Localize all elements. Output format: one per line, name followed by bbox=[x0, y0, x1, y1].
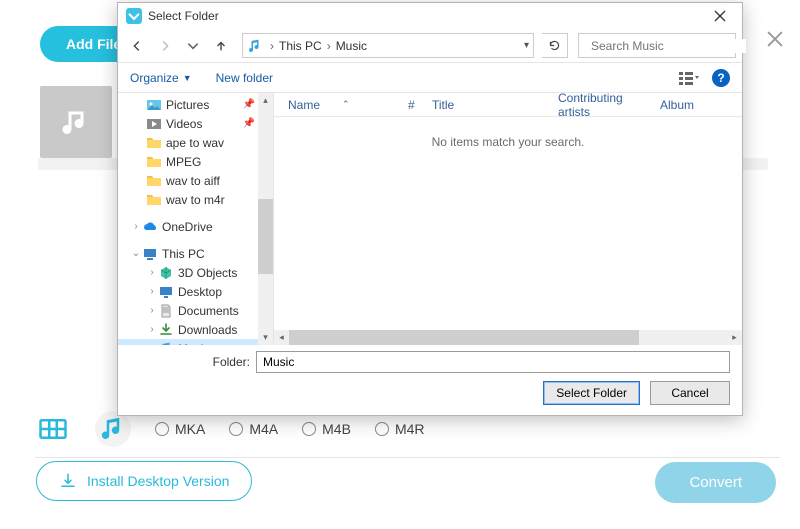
tree-item-downloads[interactable]: › Downloads bbox=[118, 320, 273, 339]
music-icon bbox=[158, 341, 174, 346]
chevron-right-icon[interactable]: › bbox=[146, 305, 158, 316]
empty-list-message: No items match your search. bbox=[274, 117, 742, 330]
new-folder-button[interactable]: New folder bbox=[216, 71, 273, 85]
tree-scrollbar[interactable]: ▴ ▾ bbox=[258, 93, 273, 345]
format-option-m4r[interactable]: M4R bbox=[375, 421, 425, 437]
pictures-icon bbox=[146, 97, 162, 113]
dialog-title: Select Folder bbox=[148, 9, 219, 23]
tree-item-music[interactable]: › Music bbox=[118, 339, 273, 345]
list-h-scrollbar[interactable]: ◂▸ bbox=[274, 330, 742, 345]
help-button[interactable]: ? bbox=[712, 69, 730, 87]
tree-item-desktop[interactable]: › Desktop bbox=[118, 282, 273, 301]
cancel-button[interactable]: Cancel bbox=[650, 381, 730, 405]
chevron-right-icon[interactable]: › bbox=[146, 343, 158, 345]
address-dropdown-icon[interactable]: ▾ bbox=[524, 40, 529, 51]
sort-indicator-icon: ⌃ bbox=[342, 99, 350, 110]
col-title[interactable]: Title bbox=[424, 98, 550, 112]
nav-back-button[interactable] bbox=[124, 33, 150, 59]
format-option-m4a[interactable]: M4A bbox=[229, 421, 278, 437]
col-name[interactable]: Name ⌃ bbox=[280, 98, 400, 112]
app-close-icon[interactable] bbox=[764, 28, 788, 52]
folder-icon bbox=[146, 135, 162, 151]
folder-icon bbox=[146, 173, 162, 189]
install-desktop-button[interactable]: Install Desktop Version bbox=[36, 461, 252, 501]
dialog-close-button[interactable] bbox=[702, 4, 738, 28]
format-option-mka[interactable]: MKA bbox=[155, 421, 205, 437]
tree-item-thispc[interactable]: ⌄ This PC bbox=[118, 244, 273, 263]
search-box[interactable] bbox=[578, 33, 736, 58]
dialog-nav: › This PC › Music ▾ bbox=[118, 29, 742, 63]
select-folder-dialog: Select Folder › This PC › Music ▾ Organi… bbox=[117, 2, 743, 416]
folder-tree[interactable]: Pictures📌 Videos📌 ape to wav MPEG wav to… bbox=[118, 93, 274, 345]
folder-label: Folder: bbox=[130, 355, 250, 369]
tree-item-3dobjects[interactable]: › 3D Objects bbox=[118, 263, 273, 282]
download-icon bbox=[59, 472, 77, 490]
folder-icon bbox=[146, 154, 162, 170]
tree-item-documents[interactable]: › Documents bbox=[118, 301, 273, 320]
refresh-button[interactable] bbox=[542, 33, 568, 58]
music-icon bbox=[247, 38, 263, 54]
chevron-right-icon[interactable]: › bbox=[130, 221, 142, 232]
pin-icon: 📌 bbox=[243, 118, 255, 129]
3dobjects-icon bbox=[158, 265, 174, 281]
col-number[interactable]: # bbox=[400, 98, 424, 112]
nav-forward-button[interactable] bbox=[152, 33, 178, 59]
format-option-m4b[interactable]: M4B bbox=[302, 421, 351, 437]
video-format-icon[interactable] bbox=[35, 411, 71, 447]
search-input[interactable] bbox=[591, 39, 746, 53]
chevron-right-icon[interactable]: › bbox=[146, 267, 158, 278]
videos-icon bbox=[146, 116, 162, 132]
column-headers[interactable]: Name ⌃ # Title Contributing artists Albu… bbox=[274, 93, 742, 117]
music-note-icon bbox=[58, 104, 94, 140]
folder-icon bbox=[146, 192, 162, 208]
thispc-icon bbox=[142, 246, 158, 262]
select-folder-button[interactable]: Select Folder bbox=[543, 381, 640, 405]
tree-item-folder[interactable]: wav to aiff bbox=[118, 171, 273, 190]
file-list-pane: Name ⌃ # Title Contributing artists Albu… bbox=[274, 93, 742, 345]
downloads-icon bbox=[158, 322, 174, 338]
tree-item-folder[interactable]: wav to m4r bbox=[118, 190, 273, 209]
chevron-down-icon[interactable]: ⌄ bbox=[130, 248, 142, 259]
chevron-right-icon[interactable]: › bbox=[146, 324, 158, 335]
chevron-right-icon[interactable]: › bbox=[146, 286, 158, 297]
dialog-footer: Folder: Select Folder Cancel bbox=[118, 345, 742, 415]
dialog-titlebar: Select Folder bbox=[118, 3, 742, 29]
folder-input[interactable] bbox=[256, 351, 730, 373]
view-options-button[interactable] bbox=[674, 67, 704, 89]
breadcrumb-music[interactable]: Music bbox=[334, 39, 369, 53]
media-placeholder bbox=[40, 86, 112, 158]
organize-menu[interactable]: Organize ▼ bbox=[130, 71, 192, 85]
onedrive-icon bbox=[142, 219, 158, 235]
tree-item-onedrive[interactable]: › OneDrive bbox=[118, 217, 273, 236]
desktop-icon bbox=[158, 284, 174, 300]
pin-icon: 📌 bbox=[243, 99, 255, 110]
tree-item-pictures[interactable]: Pictures📌 bbox=[118, 95, 273, 114]
tree-item-folder[interactable]: ape to wav bbox=[118, 133, 273, 152]
dialog-toolbar: Organize ▼ New folder ? bbox=[118, 63, 742, 93]
col-contributing[interactable]: Contributing artists bbox=[550, 91, 652, 119]
nav-up-button[interactable] bbox=[208, 33, 234, 59]
tree-item-folder[interactable]: MPEG bbox=[118, 152, 273, 171]
nav-recent-button[interactable] bbox=[180, 33, 206, 59]
app-icon bbox=[126, 8, 142, 24]
documents-icon bbox=[158, 303, 174, 319]
tree-item-videos[interactable]: Videos📌 bbox=[118, 114, 273, 133]
col-album[interactable]: Album bbox=[652, 98, 742, 112]
breadcrumb-thispc[interactable]: This PC bbox=[277, 39, 324, 53]
convert-button[interactable]: Convert bbox=[655, 462, 776, 503]
format-row: MKA M4A M4B M4R bbox=[35, 410, 780, 458]
address-bar[interactable]: › This PC › Music ▾ bbox=[242, 33, 534, 58]
